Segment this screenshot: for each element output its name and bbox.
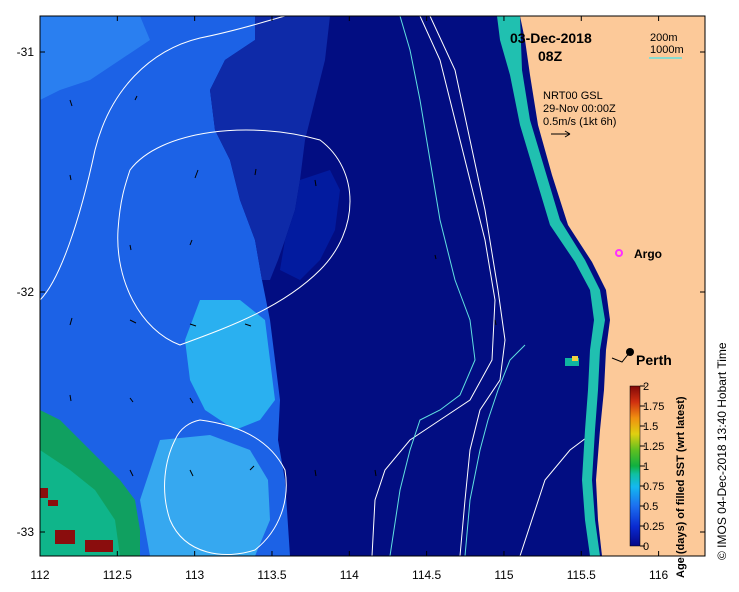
map-area [40,16,705,556]
red-patch-3 [85,540,113,552]
sst-age-map: 112 112.5 113 113.5 114 114.5 115 115.5 116 -31 -… [17,15,729,582]
x-tick-label: 114.5 [412,568,441,582]
x-tick-label: 113.5 [257,568,286,582]
x-tick-label: 114 [340,568,359,582]
yellow-patch [572,356,578,361]
colorbar-tick-label: 0 [643,541,649,553]
colorbar-tick-label: 0.75 [643,481,664,493]
perth-label: Perth [636,352,672,368]
x-tick-label: 115.5 [567,568,596,582]
isobath-1000m-label: 1000m [650,44,684,56]
current-date-label: 29-Nov 00:00Z [543,103,616,115]
colorbar-tick-label: 1.75 [643,401,664,413]
x-tick-label: 112.5 [103,568,132,582]
red-patch-1 [40,488,48,498]
colorbar-title: Age (days) of filled SST (wrt latest) [675,396,687,578]
colorbar-tick-label: 1.25 [643,441,664,453]
isobath-200m-label: 200m [650,32,678,44]
colorbar-tick-label: 0.25 [643,521,664,533]
x-tick-label: 115 [494,568,513,582]
x-tick-label: 116 [649,568,668,582]
colorbar-tick-label: 0.5 [643,501,658,513]
argo-label: Argo [634,247,662,261]
current-scale-label: 0.5m/s (1kt 6h) [543,116,616,128]
colorbar-tick-label: 1 [643,461,649,473]
red-patch-4 [48,500,58,506]
y-tick-label: -32 [17,285,35,299]
x-tick-label: 113 [185,568,204,582]
ocean-cyan-south [140,435,270,556]
current-source-label: NRT00 GSL [543,90,603,102]
credit-label: © IMOS 04-Dec-2018 13:40 Hobart Time [715,342,729,560]
y-tick-label: -31 [17,45,35,59]
colorbar-tick-label: 2 [643,381,649,393]
colorbar-tick-label: 1.5 [643,421,658,433]
red-patch-2 [55,530,75,544]
date-label: 03-Dec-2018 [510,30,592,46]
time-label: 08Z [538,48,563,64]
colorbar [629,385,641,547]
x-tick-label: 112 [30,568,49,582]
y-tick-label: -33 [17,525,35,539]
